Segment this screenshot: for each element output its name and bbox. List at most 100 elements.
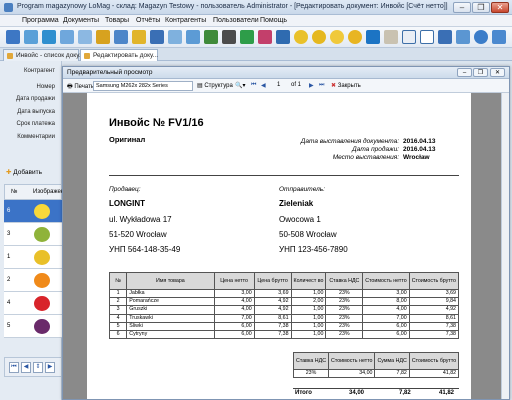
coins-icon[interactable] <box>348 30 362 44</box>
calendar-icon[interactable] <box>420 30 434 44</box>
row-number: 2 <box>7 277 11 283</box>
printer-select[interactable]: Samsung M262x 282x Series <box>93 81 193 91</box>
chart-icon[interactable] <box>276 30 290 44</box>
menu-bar: Программа Документы Товары Отчёты Контра… <box>0 15 512 27</box>
item-cell: 6 <box>108 329 128 340</box>
tab-invoice-list[interactable]: Инвойс - список доку... <box>3 49 84 61</box>
issue-date-label: Дата выпуска <box>17 109 55 115</box>
item-row: 5 Śliwki 6,00 7,38 1,00 23% 6,00 7,38 <box>108 321 460 331</box>
coins-icon[interactable] <box>294 30 308 44</box>
buyer-city: 50-508 Wrocław <box>279 230 337 239</box>
pear-image <box>34 227 50 242</box>
scroll-icon[interactable]: ⇕ <box>33 362 43 373</box>
order-icon[interactable] <box>114 30 128 44</box>
meta-value: 2016.04.13 <box>403 146 436 153</box>
comments-label: Комментарии <box>17 134 55 140</box>
add-button[interactable]: ✚ Добавить <box>6 168 42 176</box>
orange-image <box>34 273 50 288</box>
menu-documents[interactable]: Документы <box>63 17 99 24</box>
row-number: 1 <box>7 254 11 260</box>
total-net: 34,00 <box>349 390 365 396</box>
item-cell: 4 <box>108 313 128 323</box>
menu-users[interactable]: Пользователи <box>213 17 259 24</box>
stock-icon[interactable] <box>78 30 92 44</box>
invoice-page: Инвойс № FV1/16 Оригинал Дата выставлени… <box>87 93 471 399</box>
vat-rate: 23% <box>292 368 330 379</box>
report-icon[interactable] <box>366 30 380 44</box>
zoom-icon[interactable]: 🔍▾ <box>235 82 245 89</box>
item-cell: 7,38 <box>253 329 292 340</box>
item-cell: 1,00 <box>290 313 327 323</box>
item-cell: 4,00 <box>213 305 255 315</box>
item-cell: 9,84 <box>408 297 460 307</box>
preview-close-button[interactable]: ✕ <box>490 68 505 77</box>
menu-contractors[interactable]: Контрагенты <box>165 17 206 24</box>
menu-program[interactable]: Программа <box>22 17 59 24</box>
first-record-icon[interactable]: ⏮ <box>9 362 19 373</box>
gift-icon[interactable] <box>258 30 272 44</box>
last-page-icon[interactable]: ⏭ <box>319 82 324 89</box>
table-row[interactable]: 1 <box>4 246 62 269</box>
settings-icon[interactable] <box>438 30 452 44</box>
purchase-icon[interactable] <box>150 30 164 44</box>
book-icon[interactable] <box>204 30 218 44</box>
table-row[interactable]: 5 <box>4 315 62 338</box>
table-row[interactable]: 3 <box>4 223 62 246</box>
exit-icon[interactable] <box>492 30 506 44</box>
maximize-button[interactable]: ❐ <box>472 2 490 13</box>
item-cell: 23% <box>325 329 364 340</box>
prev-page-icon[interactable]: ◀ <box>261 82 266 89</box>
page-total: of 1 <box>291 82 302 88</box>
item-cell: 3,00 <box>213 288 255 299</box>
close-preview-button[interactable]: ✖ Закрыть <box>331 82 361 89</box>
transfer-icon[interactable] <box>60 30 74 44</box>
first-page-icon[interactable]: ⏮ <box>251 82 256 89</box>
menu-products[interactable]: Товары <box>105 17 129 24</box>
item-cell: 1,00 <box>290 321 327 331</box>
page-current[interactable]: 1 <box>277 82 280 88</box>
preview-maximize-button[interactable]: ❐ <box>473 68 488 77</box>
table-row[interactable]: 4 <box>4 292 62 315</box>
coins-icon[interactable] <box>312 30 326 44</box>
clock-icon[interactable] <box>402 30 416 44</box>
meta-label: Дата продажи: <box>352 146 399 153</box>
print-button[interactable]: 🖶 Печать <box>67 82 94 92</box>
price-icon[interactable] <box>96 30 110 44</box>
menu-reports[interactable]: Отчёты <box>136 17 160 24</box>
item-cell: 4,92 <box>253 297 292 307</box>
receive-icon[interactable] <box>24 30 38 44</box>
warehouse-icon[interactable] <box>186 30 200 44</box>
sale-date-label: Дата продажи <box>16 96 55 102</box>
close-button[interactable]: ✕ <box>491 2 509 13</box>
table-row[interactable]: 2 <box>4 269 62 292</box>
item-cell: 6,00 <box>213 329 255 340</box>
row-number: 5 <box>7 323 11 329</box>
issue-icon[interactable] <box>42 30 56 44</box>
seller-label: Продавец: <box>109 186 141 193</box>
info-icon[interactable] <box>456 30 470 44</box>
preview-minimize-button[interactable]: – <box>457 68 472 77</box>
documents-icon[interactable] <box>6 30 20 44</box>
next-page-icon[interactable]: ▶ <box>309 82 314 89</box>
payment-term-label: Срок платежа <box>16 121 55 127</box>
prev-record-icon[interactable]: ◀ <box>21 362 31 373</box>
buyer-name: Zieleniak <box>279 199 314 208</box>
box-icon[interactable] <box>168 30 182 44</box>
total-label: Итого <box>295 390 312 396</box>
truck-icon[interactable] <box>222 30 236 44</box>
notes-icon[interactable] <box>384 30 398 44</box>
menu-help[interactable]: Помощь <box>260 17 287 24</box>
structure-icon: ▤ <box>197 83 203 89</box>
coins-icon[interactable] <box>330 30 344 44</box>
tab-edit-document[interactable]: Редактировать доку... <box>80 49 158 61</box>
minimize-button[interactable]: – <box>453 2 471 13</box>
seller-city: 51-520 Wrocław <box>109 230 167 239</box>
vertical-scrollbar[interactable] <box>501 93 509 399</box>
next-record-icon[interactable]: ▶ <box>45 362 55 373</box>
structure-button[interactable]: ▤ Структура <box>197 82 233 89</box>
header-cell: Имя товара <box>126 272 215 290</box>
cash-icon[interactable] <box>240 30 254 44</box>
help-icon[interactable] <box>474 30 488 44</box>
sale-icon[interactable] <box>132 30 146 44</box>
table-row[interactable]: 6 <box>4 200 62 223</box>
